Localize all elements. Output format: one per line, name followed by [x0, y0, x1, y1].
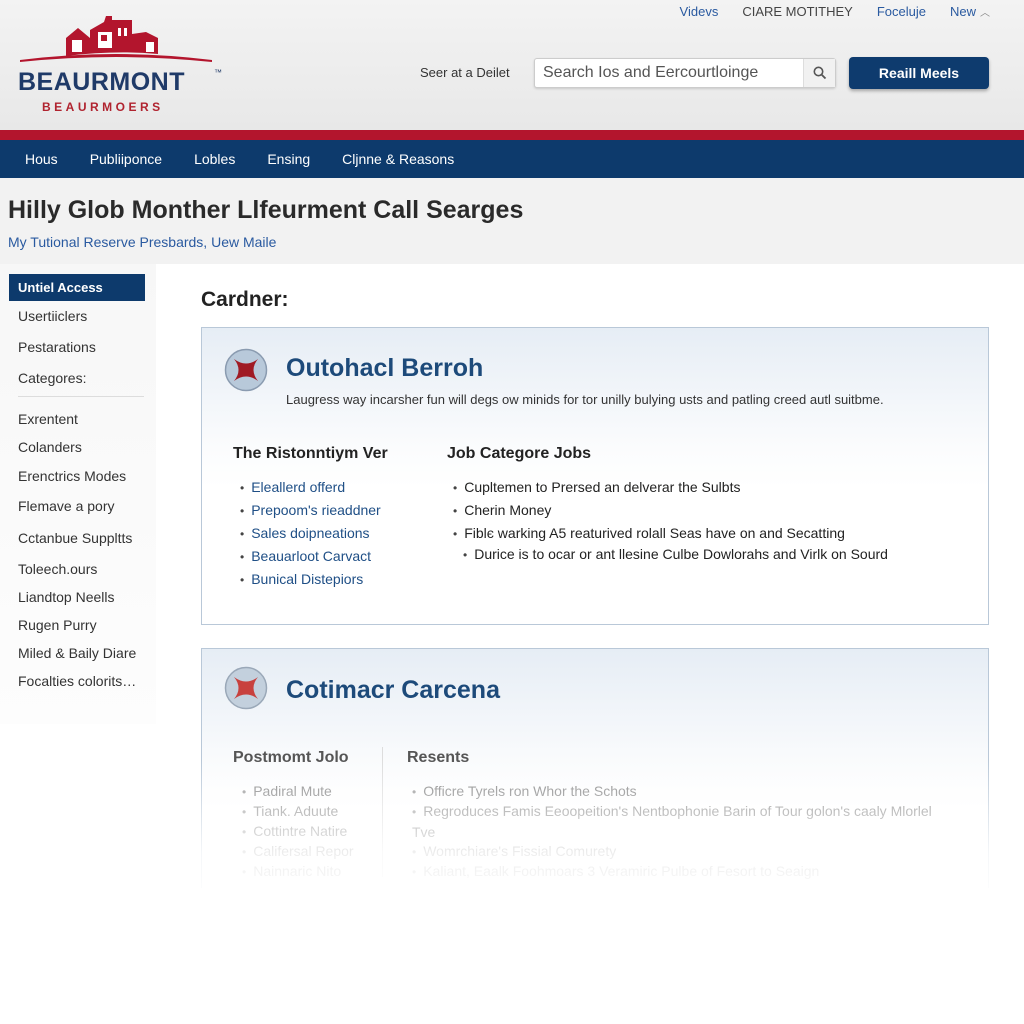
brand-red-stripe [0, 130, 1024, 140]
list-item: Cherin Money [453, 499, 888, 522]
list-link[interactable]: Sales doipneations [240, 522, 381, 545]
sidebar-item[interactable]: Toleech.ours [18, 561, 97, 577]
list-item: Padiral Mute [242, 781, 354, 801]
list-link[interactable]: Eleallerd offerd [240, 476, 381, 499]
list-link[interactable]: Prepoom's rieaddner [240, 499, 381, 522]
main-nav: Hous Publiiponce Lobles Ensing Cljnne & … [0, 140, 1024, 178]
sidebar-item[interactable]: Miled & Baily Diare [18, 645, 136, 661]
column-heading: Job Categore Jobs [447, 445, 592, 462]
sidebar-item[interactable]: Pestarations [18, 339, 96, 355]
category-card: Cotimacr Carcena Postmomt Jolo Padiral M… [201, 648, 989, 888]
nav-item-lobles[interactable]: Lobles [194, 151, 235, 167]
top-link-account[interactable]: CIARE MOTITHEY [742, 4, 853, 19]
page-title: Hilly Glob Monther Llfeurment Call Searg… [8, 196, 524, 224]
list-link[interactable]: Beauarloot Carvact [240, 545, 381, 568]
top-link-videos[interactable]: Videvs [680, 4, 719, 19]
category-x-icon [224, 348, 268, 392]
category-x-icon [224, 666, 268, 710]
list-item: Califersal Repor [242, 841, 353, 861]
top-link-new-label: New [949, 4, 976, 19]
sidebar-item[interactable]: Liandtop Neells [18, 589, 115, 605]
section-heading: Cardner: [201, 288, 289, 311]
column-heading: The Ristonntiym Ver [233, 445, 388, 462]
list-item: Cupltemen to Prersed an delverar the Sul… [453, 476, 888, 499]
top-link-new[interactable]: New ︿ [950, 4, 990, 19]
sidebar-item[interactable]: Exrentent [18, 411, 78, 427]
card-title[interactable]: Cotimacr Carcena [286, 676, 500, 705]
top-utility-links: Videvs CIARE MOTITHEY Foceluje New ︿ [680, 4, 990, 19]
info-list: Cupltemen to Prersed an delverar the Sul… [453, 476, 888, 566]
search-icon [813, 66, 826, 80]
sidebar-item[interactable]: Focalties colorits… [18, 673, 136, 689]
nav-item-home[interactable]: Hous [25, 151, 58, 167]
category-card: Outohacl Berroh Laugress way incarsher f… [201, 327, 989, 625]
top-link-favorites[interactable]: Foceluje [877, 4, 926, 19]
list-item: Kaliant, Eaalk Foohmoars 3 Veramiric Pul… [412, 861, 932, 881]
list-item: Regroduces Famis Eeoopeition's Nentbopho… [412, 801, 932, 841]
sidebar-item[interactable]: Erenctrics Modes [18, 468, 126, 484]
house-skyline-icon [20, 16, 212, 62]
cta-button[interactable]: Reaill Meels [849, 57, 989, 89]
list-item: Durice is to ocar or ant llesine Culbe D… [463, 543, 888, 566]
list-item: Cottintre Natire [242, 821, 354, 841]
breadcrumb[interactable]: My Tutional Reserve Presbards, Uew Maile [8, 234, 276, 250]
sidebar-item[interactable]: Colanders [18, 439, 82, 455]
list-item: Womrchiare's Fissial Comurety [412, 841, 932, 861]
chevron-up-icon: ︿ [980, 8, 990, 19]
search-label: Seer at a Deilet [420, 65, 510, 80]
trademark-symbol: ™ [214, 68, 222, 77]
sidebar-item-active[interactable]: Untiel Access [9, 274, 145, 301]
column-heading: Resents [407, 749, 470, 766]
info-list: Padiral Mute Tiank. Aduute Cottintre Nat… [242, 781, 354, 881]
sidebar-item[interactable]: Categores: [18, 370, 86, 386]
list-item: Tiank. Aduute [242, 801, 354, 821]
list-item: Officre Tyrels ron Whor the Schots [412, 781, 932, 801]
search-button[interactable] [803, 59, 835, 87]
card-title[interactable]: Outohacl Berroh [286, 354, 483, 383]
search-bar [534, 58, 836, 88]
column-heading: Postmomt Jolo [233, 749, 349, 766]
site-header: BEAURMONT ™ BEAURMOERS Videvs CIARE MOTI… [0, 0, 1024, 130]
nav-item-publications[interactable]: Publiiponce [90, 151, 162, 167]
list-item: Fiblє warking A5 reaturived rolall Seas … [453, 522, 888, 545]
sidebar-divider [18, 396, 144, 397]
link-list: Eleallerd offerd Prepoom's rieaddner Sal… [240, 476, 381, 591]
search-input[interactable] [535, 59, 803, 87]
sidebar-item[interactable]: Flemave a pory [18, 498, 114, 514]
sidebar-item[interactable]: Rugen Purry [18, 617, 97, 633]
logo-subtitle: BEAURMOERS [42, 100, 164, 114]
nav-item-reasons[interactable]: Cljnne & Reasons [342, 151, 454, 167]
logo-wordmark: BEAURMONT [18, 68, 185, 96]
column-divider [382, 747, 383, 877]
sidebar-item[interactable]: Usertiiclers [18, 308, 87, 324]
list-link[interactable]: Bunical Distepiors [240, 568, 381, 591]
list-item: Nainnaric Nito [242, 861, 354, 881]
card-description: Laugress way incarsher fun will degs ow … [286, 392, 884, 407]
brand-logo[interactable]: BEAURMONT ™ BEAURMOERS [16, 8, 236, 114]
sidebar-item[interactable]: Cctanbue Suppltts [18, 530, 132, 546]
nav-item-ensing[interactable]: Ensing [267, 151, 310, 167]
info-list: Officre Tyrels ron Whor the Schots Regro… [412, 781, 932, 881]
